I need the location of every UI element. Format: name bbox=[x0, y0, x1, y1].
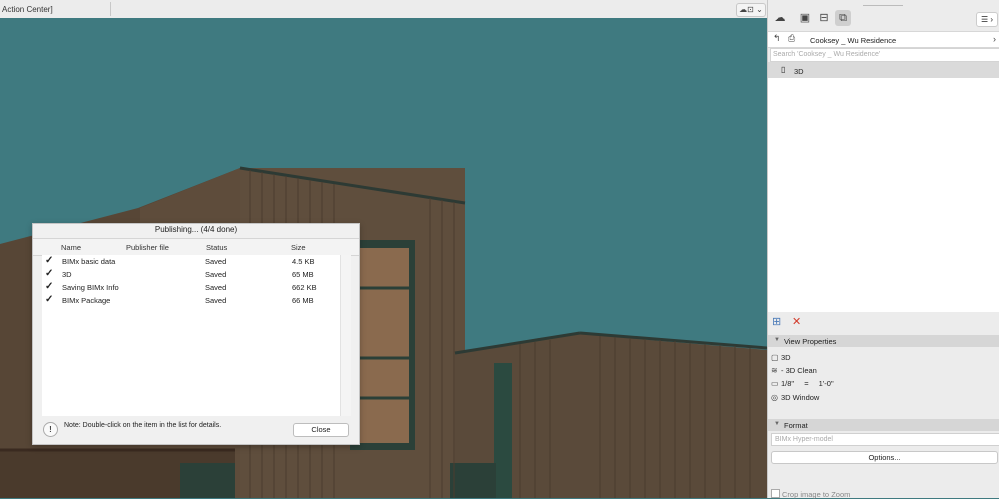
publisher-sets-icon[interactable]: ⧉ bbox=[835, 10, 851, 26]
column-header-publisher-file[interactable]: Publisher file bbox=[126, 243, 169, 252]
search-input[interactable]: Search 'Cooksey _ Wu Residence' bbox=[770, 48, 999, 62]
format-select[interactable]: BIMx Hyper-model bbox=[771, 433, 999, 446]
chimney-pipe bbox=[494, 363, 512, 498]
list-item[interactable]: ✓ BIMx basic data Saved 4.5 KB bbox=[42, 255, 340, 268]
section-title: View Properties bbox=[784, 337, 837, 346]
info-icon: ! bbox=[43, 422, 58, 437]
item-status: Saved bbox=[205, 270, 227, 279]
check-icon: ✓ bbox=[45, 268, 54, 279]
item-name: 3D bbox=[62, 270, 72, 279]
publisher-set-icon: ⎙ bbox=[788, 33, 796, 43]
prop-value: 3D Window bbox=[781, 393, 820, 402]
dialog-title: Publishing... (4/4 done) bbox=[154, 225, 238, 234]
scale-left: 1/8" bbox=[781, 379, 795, 388]
item-status: Saved bbox=[205, 296, 227, 305]
list-item[interactable]: ✓ 3D Saved 65 MB bbox=[42, 268, 340, 281]
item-name: BIMx Package bbox=[62, 296, 111, 305]
tab-title[interactable]: Action Center] bbox=[2, 5, 53, 14]
item-name: Saving BIMx Info bbox=[62, 283, 119, 292]
check-icon: ✓ bbox=[45, 294, 54, 305]
prop-layer-combo[interactable]: ≋ - 3D Clean bbox=[771, 366, 817, 375]
cloud-icon[interactable]: ☁ bbox=[772, 10, 788, 26]
prop-window[interactable]: ◎ 3D Window bbox=[771, 393, 819, 402]
scale-equals: = bbox=[804, 379, 809, 388]
item-size: 662 KB bbox=[292, 283, 317, 292]
layers-icon: ≋ bbox=[771, 366, 778, 375]
prop-value: - 3D Clean bbox=[781, 366, 817, 375]
list-item[interactable]: ✓ BIMx Package Saved 66 MB bbox=[42, 294, 340, 307]
publishing-dialog: Publishing... (4/4 done) Name Publisher … bbox=[32, 223, 360, 445]
panel-drag-handle[interactable] bbox=[863, 5, 903, 6]
lower-window-left bbox=[180, 463, 235, 498]
chevron-right-icon[interactable]: › bbox=[993, 34, 996, 44]
prop-scale[interactable]: ▭ 1/8" = 1'-0" bbox=[771, 379, 834, 388]
new-folder-icon[interactable]: ⊞ bbox=[772, 315, 781, 328]
section-title: Format bbox=[784, 421, 808, 430]
check-icon: ✓ bbox=[45, 255, 54, 266]
close-button[interactable]: Close bbox=[293, 423, 349, 437]
document-icon: ▯ bbox=[781, 65, 786, 74]
project-selector[interactable]: ↰ ⎙ Cooksey _ Wu Residence › bbox=[768, 31, 999, 48]
publish-list[interactable]: ✓ BIMx basic data Saved 4.5 KB ✓ 3D Save… bbox=[42, 255, 340, 416]
tree-item-3d[interactable]: ▯ 3D bbox=[768, 62, 999, 78]
collapse-triangle-icon: ▼ bbox=[774, 337, 780, 343]
organizer-panel: ☁ ▣ ⊟ ⧉ ☰ › ↰ ⎙ Cooksey _ Wu Residence ›… bbox=[767, 0, 999, 499]
options-button[interactable]: Options... bbox=[771, 451, 998, 464]
view-icon: ▢ bbox=[771, 353, 779, 362]
list-scrollbar[interactable] bbox=[340, 255, 351, 416]
tower-window-glass bbox=[357, 248, 409, 443]
item-name: BIMx basic data bbox=[62, 257, 116, 266]
view-map-icon[interactable]: ▣ bbox=[797, 10, 813, 26]
item-status: Saved bbox=[205, 257, 227, 266]
scale-right: 1'-0" bbox=[818, 379, 834, 388]
publisher-tree[interactable]: ▯ 3D bbox=[768, 62, 999, 312]
ruler-icon: ▭ bbox=[771, 379, 779, 388]
delete-icon[interactable]: ✕ bbox=[792, 315, 801, 328]
column-header-size[interactable]: Size bbox=[291, 243, 306, 252]
check-icon: ✓ bbox=[45, 281, 54, 292]
viewport-topbar: Action Center] ☁⊡ ⌄ bbox=[0, 0, 767, 19]
item-size: 66 MB bbox=[292, 296, 314, 305]
column-header-name[interactable]: Name bbox=[61, 243, 81, 252]
item-size: 65 MB bbox=[292, 270, 314, 279]
back-up-icon[interactable]: ↰ bbox=[773, 33, 781, 44]
prop-view-name[interactable]: ▢ 3D bbox=[771, 353, 791, 362]
prop-value: 3D bbox=[781, 353, 791, 362]
tree-item-label: 3D bbox=[794, 67, 804, 76]
note-text: Note: Double-click on the item in the li… bbox=[64, 422, 222, 429]
format-header[interactable]: ▼ Format bbox=[768, 419, 999, 431]
tree-tools: ⊞ ✕ bbox=[768, 313, 999, 333]
camera-menu-button[interactable]: ☁⊡ ⌄ bbox=[736, 3, 766, 17]
project-name: Cooksey _ Wu Residence bbox=[810, 36, 897, 45]
column-header-status[interactable]: Status bbox=[206, 243, 227, 252]
item-status: Saved bbox=[205, 283, 227, 292]
item-size: 4.5 KB bbox=[292, 257, 315, 266]
camera-icon: ◎ bbox=[771, 393, 778, 402]
collapse-triangle-icon: ▼ bbox=[774, 421, 780, 427]
lower-window-right bbox=[450, 463, 496, 498]
divider bbox=[110, 2, 111, 16]
folder-icon[interactable]: ⊟ bbox=[816, 10, 832, 26]
list-item[interactable]: ✓ Saving BIMx Info Saved 662 KB bbox=[42, 281, 340, 294]
view-properties-header[interactable]: ▼ View Properties bbox=[768, 335, 999, 347]
list-header: Name Publisher file Status Size bbox=[33, 238, 359, 256]
panel-menu-button[interactable]: ☰ › bbox=[976, 12, 998, 27]
crop-checkbox[interactable] bbox=[771, 489, 780, 498]
